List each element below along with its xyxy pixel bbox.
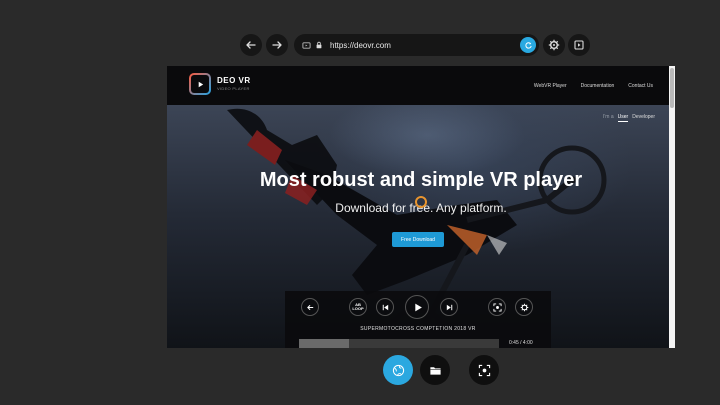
folder-icon [429,366,441,375]
toggle-user[interactable]: User [617,114,629,122]
video-progress-bar[interactable] [299,339,499,348]
local-files-button[interactable] [420,355,450,385]
arrow-right-icon [272,41,282,49]
hero-title: Most robust and simple VR player [259,169,583,191]
gear-icon [548,39,560,51]
skip-previous-button[interactable] [376,298,394,316]
globe-icon [392,364,404,376]
ab-loop-button[interactable]: AB LOOP [349,298,367,316]
scrollbar-thumb[interactable] [670,68,674,108]
nav-documentation[interactable]: Documentation [581,83,615,89]
refresh-icon [524,41,532,49]
skip-previous-icon [382,304,388,310]
video-title: SUPERMOTOCROSS COMPTETION 2018 VR [360,326,476,332]
player-settings-button[interactable] [515,298,533,316]
user-developer-toggle[interactable]: I'm a User Developer [603,114,655,122]
arrow-left-icon [246,41,256,49]
play-button[interactable] [405,295,429,319]
video-time: 0:45 / 4:00 [509,340,533,346]
recenter-icon [492,302,502,312]
toggle-prefix: I'm a [602,114,614,120]
recenter-icon [478,364,490,376]
video-player-controls: AB LOOP SUPERMOTOCROSS COMPTETION 2018 V… [285,291,551,348]
hero-section: I'm a User Developer Most robust and sim… [167,105,675,348]
site-nav: WebVR Player Documentation Contact Us [534,83,653,89]
settings-button[interactable] [543,34,565,56]
play-icon [414,303,422,311]
video-progress-fill [299,339,349,348]
address-bar[interactable]: https://deovr.com [294,34,539,56]
back-button[interactable] [240,34,262,56]
forward-button[interactable] [266,34,288,56]
logo-subtitle: VIDEO PLAYER [217,86,250,91]
deovr-logo-icon[interactable] [189,73,211,95]
url-text: https://deovr.com [330,40,391,50]
site-header: DEO VR VIDEO PLAYER WebVR Player Documen… [167,66,675,105]
skip-next-icon [446,304,452,310]
page-scrollbar[interactable] [669,66,675,348]
gear-icon [520,303,528,311]
player-back-button[interactable] [301,298,319,316]
media-library-button[interactable] [568,34,590,56]
lock-icon [315,40,325,50]
ab-loop-icon: AB LOOP [352,303,363,311]
skip-next-button[interactable] [440,298,458,316]
media-library-icon [574,40,584,50]
back-icon [306,304,313,310]
browser-button[interactable] [383,355,413,385]
tab-icon [302,40,312,50]
nav-webvr-player[interactable]: WebVR Player [534,83,567,89]
logo-title: DEO VR [217,76,251,85]
free-download-button[interactable]: Free Download [392,232,444,247]
nav-contact-us[interactable]: Contact Us [628,83,653,89]
go-button[interactable] [520,37,536,53]
recenter-view-button[interactable] [488,298,506,316]
gaze-cursor [415,196,427,208]
ab-loop-bottom: LOOP [352,306,364,311]
recenter-button[interactable] [469,355,499,385]
toggle-developer[interactable]: Developer [632,114,655,122]
